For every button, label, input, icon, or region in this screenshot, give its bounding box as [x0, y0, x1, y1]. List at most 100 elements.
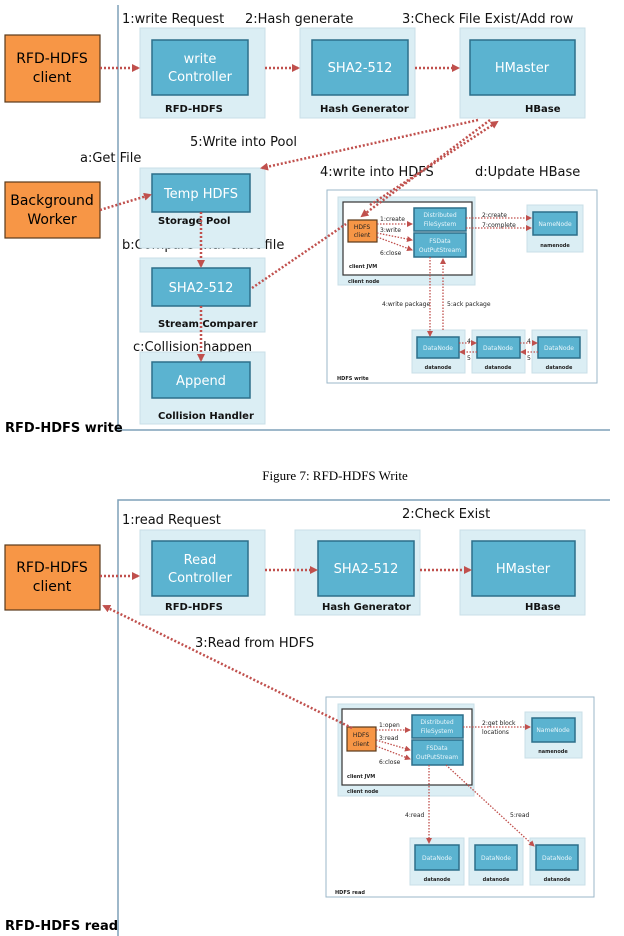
svg-text:SHA2-512: SHA2-512: [169, 281, 234, 296]
svg-text:RFD-HDFS: RFD-HDFS: [16, 51, 88, 67]
svg-text:5: 5: [527, 355, 531, 362]
svg-text:Append: Append: [176, 374, 226, 389]
svg-text:DataNode: DataNode: [542, 855, 572, 862]
rfd-hdfs-client-actor: RFD-HDFS client: [4, 544, 101, 611]
svg-text:Distributed: Distributed: [420, 719, 454, 726]
storage-pool-component: Temp HDFS Storage Pool: [139, 167, 266, 249]
svg-text:4:read: 4:read: [405, 812, 425, 819]
svg-text:HDFS: HDFS: [354, 224, 370, 231]
hash-generator-component: SHA2-512 Hash Generator: [294, 529, 421, 616]
svg-text:namenode: namenode: [538, 749, 568, 755]
step-check-exist: 3:Check File Exist/Add row: [402, 12, 574, 27]
svg-text:OutPutStream: OutPutStream: [416, 754, 458, 761]
svg-text:Controller: Controller: [168, 70, 233, 85]
rfd-hdfs-client-actor: RFD-HDFS client: [4, 34, 101, 103]
svg-text:HDFS write: HDFS write: [337, 376, 369, 382]
step-read-request: 1:read Request: [122, 513, 221, 528]
svg-text:DataNode: DataNode: [544, 345, 574, 352]
svg-text:namenode: namenode: [540, 243, 570, 249]
svg-text:3:read: 3:read: [379, 735, 399, 742]
svg-text:FileSystem: FileSystem: [421, 728, 454, 735]
svg-text:datanode: datanode: [483, 877, 510, 883]
svg-text:Collision Handler: Collision Handler: [158, 411, 254, 422]
svg-text:client: client: [33, 70, 72, 86]
hash-generator-component: SHA2-512 Hash Generator: [299, 27, 416, 119]
figure-caption: Figure 7: RFD-HDFS Write: [262, 468, 408, 483]
svg-text:client: client: [354, 232, 371, 239]
svg-text:datanode: datanode: [425, 365, 452, 371]
rfd-hdfs-figure: 1:write Request 2:Hash generate 3:Check …: [4, 5, 610, 936]
svg-text:Hash Generator: Hash Generator: [320, 104, 409, 115]
svg-text:datanode: datanode: [544, 877, 571, 883]
svg-text:Read: Read: [184, 553, 217, 568]
svg-text:FSData: FSData: [429, 238, 451, 245]
svg-text:Storage Pool: Storage Pool: [158, 216, 230, 227]
svg-text:client node: client node: [347, 789, 379, 795]
svg-text:DataNode: DataNode: [423, 345, 453, 352]
step-hash-generate: 2:Hash generate: [245, 12, 353, 27]
svg-text:FileSystem: FileSystem: [424, 221, 457, 228]
step-write-pool: 5:Write into Pool: [190, 135, 297, 150]
background-worker-actor: Background Worker: [4, 181, 101, 239]
svg-text:HMaster: HMaster: [496, 562, 551, 577]
svg-text:HDFS: HDFS: [353, 732, 369, 739]
svg-text:client: client: [33, 579, 72, 595]
svg-text:NameNode: NameNode: [538, 221, 572, 228]
svg-text:6:close: 6:close: [380, 250, 402, 257]
svg-text:DataNode: DataNode: [422, 855, 452, 862]
step-get-file: a:Get File: [80, 151, 141, 166]
svg-text:4: 4: [467, 338, 471, 345]
svg-text:HBase: HBase: [525, 602, 561, 613]
datanode-2: DataNode datanode: [471, 329, 526, 374]
svg-text:SHA2-512: SHA2-512: [334, 562, 399, 577]
svg-text:DataNode: DataNode: [481, 855, 511, 862]
svg-text:Temp HDFS: Temp HDFS: [163, 187, 238, 202]
hbase-component: HMaster HBase: [459, 529, 586, 616]
svg-text:HBase: HBase: [525, 104, 561, 115]
svg-text:RFD-HDFS: RFD-HDFS: [165, 602, 223, 613]
read-controller-component: Read Controller RFD-HDFS: [139, 529, 266, 616]
read-diagram-title: RFD-HDFS read: [5, 919, 118, 934]
collision-handler-component: Append Collision Handler: [139, 351, 266, 425]
svg-text:Controller: Controller: [168, 571, 233, 586]
svg-text:3:write: 3:write: [380, 227, 401, 234]
svg-text:HMaster: HMaster: [495, 61, 550, 76]
write-diagram: 1:write Request 2:Hash generate 3:Check …: [4, 5, 610, 436]
svg-text:NameNode: NameNode: [536, 727, 570, 734]
svg-text:RFD-HDFS: RFD-HDFS: [16, 560, 88, 576]
svg-text:Distributed: Distributed: [423, 212, 457, 219]
svg-text:locations: locations: [482, 729, 509, 736]
hbase-component: HMaster HBase: [459, 27, 586, 119]
datanode-2: DataNode datanode: [468, 837, 524, 886]
svg-text:DataNode: DataNode: [483, 345, 513, 352]
svg-text:client: client: [353, 741, 370, 748]
step-write-request: 1:write Request: [122, 12, 224, 27]
svg-text:datanode: datanode: [485, 365, 512, 371]
svg-text:Worker: Worker: [27, 212, 77, 228]
svg-text:client JVM: client JVM: [349, 264, 377, 270]
write-controller-component: write Controller RFD-HDFS: [139, 27, 266, 119]
svg-text:4: 4: [527, 338, 531, 345]
svg-text:Hash Generator: Hash Generator: [322, 602, 411, 613]
svg-text:2:get block: 2:get block: [482, 720, 516, 727]
svg-text:1:open: 1:open: [379, 722, 400, 729]
svg-text:client JVM: client JVM: [347, 774, 375, 780]
datanode-1: DataNode datanode: [411, 329, 466, 374]
write-diagram-title: RFD-HDFS write: [5, 421, 123, 436]
svg-text:OutPutStream: OutPutStream: [419, 247, 461, 254]
step-read-hdfs: 3:Read from HDFS: [195, 636, 314, 651]
svg-text:5:read: 5:read: [510, 812, 530, 819]
svg-text:Background: Background: [10, 193, 94, 209]
stream-comparer-component: SHA2-512 Stream Comparer: [139, 257, 266, 333]
datanode-3: DataNode datanode: [529, 837, 586, 886]
svg-text:5: 5: [467, 355, 471, 362]
step-check-exist: 2:Check Exist: [402, 507, 490, 522]
svg-text:1:create: 1:create: [380, 216, 405, 223]
svg-text:6:close: 6:close: [379, 759, 401, 766]
step-write-hdfs: 4:write into HDFS: [320, 165, 434, 180]
svg-text:client node: client node: [348, 279, 380, 285]
read-diagram: 1:read Request 2:Check Exist 3:Read from…: [4, 499, 610, 936]
step-update-hbase: d:Update HBase: [475, 165, 580, 180]
datanode-3: DataNode datanode: [531, 329, 588, 374]
svg-text:4:write package: 4:write package: [382, 301, 430, 308]
